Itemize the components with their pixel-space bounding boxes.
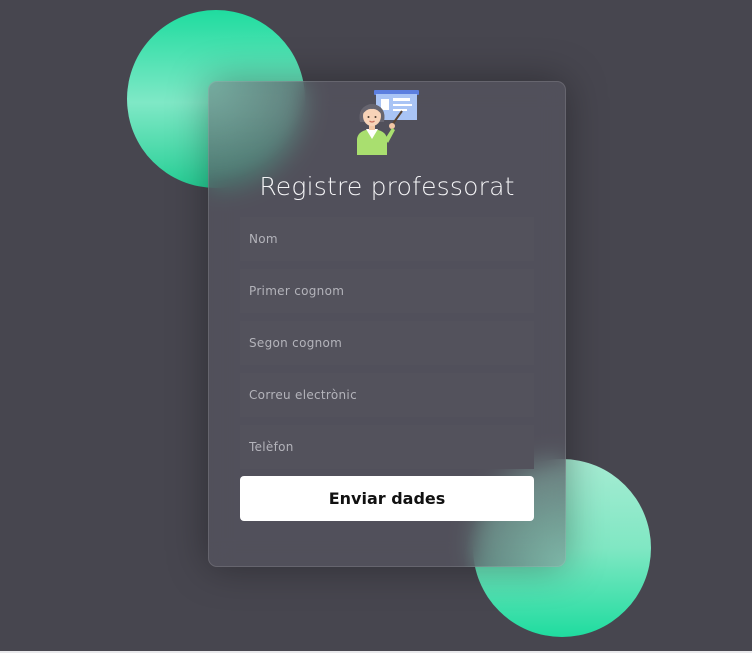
primer-cognom-input[interactable] — [240, 269, 534, 313]
submit-button[interactable]: Enviar dades — [240, 476, 534, 521]
telefon-input[interactable] — [240, 425, 534, 469]
form-title: Registre professorat — [259, 172, 515, 201]
nom-input[interactable] — [240, 217, 534, 261]
teacher-at-board-icon — [357, 90, 419, 155]
segon-cognom-input[interactable] — [240, 321, 534, 365]
correu-input[interactable] — [240, 373, 534, 417]
